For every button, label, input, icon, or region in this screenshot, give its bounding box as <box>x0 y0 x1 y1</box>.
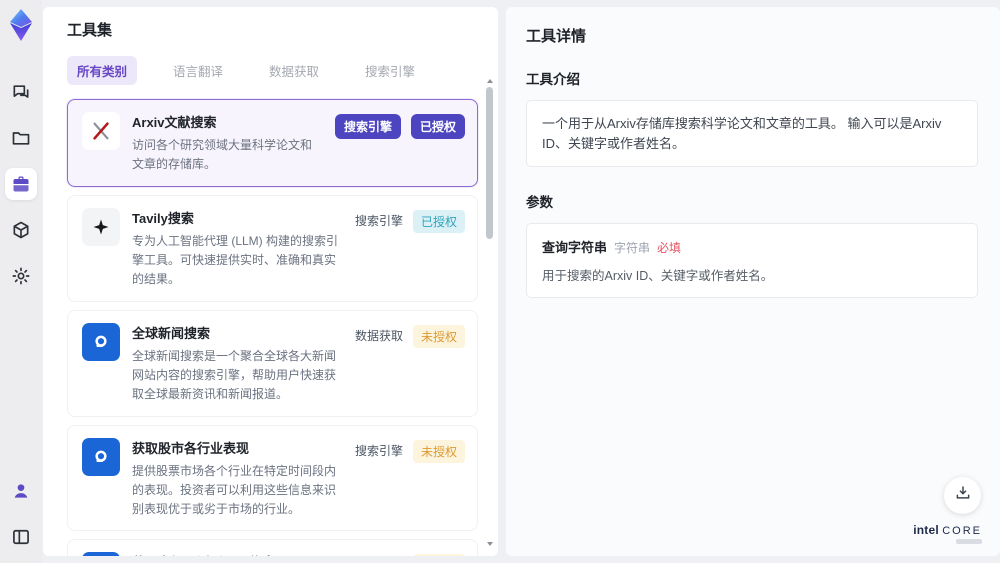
sidebar-item-chat[interactable] <box>5 76 37 108</box>
tool-card-active-stocks[interactable]: 获取市场最活跃股票信息 提供当天交易量最高的股票列表。投资者可以利用这些信息来识… <box>67 539 478 556</box>
tool-card-list: Arxiv文献搜索 访问各个研究领域大量科学论文和文章的存储库。 搜索引擎 已授… <box>43 97 498 556</box>
app-window: 工具集 所有类别 语言翻译 数据获取 搜索引擎 Arxiv文献搜索 访问各个研究… <box>0 0 1000 563</box>
news-search-icon <box>82 322 120 361</box>
param-required-badge: 必填 <box>657 241 682 255</box>
core-brand-text: core <box>942 525 982 537</box>
tool-status-badge: 已授权 <box>412 209 465 233</box>
sidebar-item-settings[interactable] <box>5 260 37 292</box>
app-logo-icon <box>6 8 36 42</box>
tab-language-translation[interactable]: 语言翻译 <box>163 56 233 85</box>
intro-heading: 工具介绍 <box>526 72 580 87</box>
tool-card-sector-performance[interactable]: 获取股市各行业表现 提供股票市场各个行业在特定时间段内的表现。投资者可以利用这些… <box>67 424 478 532</box>
param-description: 用于搜索的Arxiv ID、关键字或作者姓名。 <box>542 269 774 283</box>
sidebar-item-panel-toggle[interactable] <box>5 521 37 553</box>
chat-icon <box>11 82 31 102</box>
cube-icon <box>11 220 31 240</box>
tool-category-label: 搜索引擎 <box>355 554 403 556</box>
main-area: 工具集 所有类别 语言翻译 数据获取 搜索引擎 Arxiv文献搜索 访问各个研究… <box>42 0 1000 563</box>
scrollbar-thumb[interactable] <box>486 87 493 239</box>
sidebar-item-user[interactable] <box>5 475 37 507</box>
arxiv-icon <box>82 112 120 150</box>
toolbox-icon <box>11 174 31 194</box>
tool-status-badge: 未授权 <box>412 324 465 348</box>
tool-category-label: 搜索引擎 <box>354 213 403 228</box>
detail-title: 工具详情 <box>526 28 587 45</box>
panel-layout-icon <box>11 527 31 547</box>
tool-status-badge: 已授权 <box>410 114 465 139</box>
params-heading: 参数 <box>526 195 553 210</box>
tool-detail-panel: 工具详情 工具介绍 一个用于从Arxiv存储库搜索科学论文和文章的工具。 输入可… <box>506 7 1000 556</box>
tab-all-categories[interactable]: 所有类别 <box>67 56 138 85</box>
tool-name: 全球新闻搜索 <box>132 325 211 341</box>
tool-category-label: 数据获取 <box>354 328 403 343</box>
intel-logo-sub-bar <box>956 539 982 544</box>
user-icon <box>11 481 31 501</box>
tool-name: 获取市场最活跃股票信息 <box>132 552 343 556</box>
tab-search-engine[interactable]: 搜索引擎 <box>355 56 425 85</box>
sidebar-item-files[interactable] <box>5 122 37 154</box>
list-scrollbar[interactable] <box>486 79 493 546</box>
stock-search-icon <box>82 552 120 556</box>
sidebar-item-packages[interactable] <box>5 214 37 246</box>
tool-description: 提供股票市场各个行业在特定时间段内的表现。投资者可以利用这些信息来识别表现优于或… <box>132 463 337 516</box>
tool-list-panel: 工具集 所有类别 语言翻译 数据获取 搜索引擎 Arxiv文献搜索 访问各个研究… <box>43 7 498 556</box>
download-button[interactable] <box>944 477 981 514</box>
tool-card-arxiv[interactable]: Arxiv文献搜索 访问各个研究领域大量科学论文和文章的存储库。 搜索引擎 已授… <box>67 99 478 187</box>
tool-description: 访问各个研究领域大量科学论文和文章的存储库。 <box>132 138 313 171</box>
folder-icon <box>11 128 31 148</box>
sparkle-icon <box>82 207 120 246</box>
scroll-down-arrow[interactable] <box>487 542 493 546</box>
tool-status-badge: 未授权 <box>412 439 465 463</box>
app-rail <box>0 0 42 563</box>
intro-text: 一个用于从Arxiv存储库搜索科学论文和文章的工具。 输入可以是Arxiv ID… <box>542 116 942 151</box>
sidebar-item-tools[interactable] <box>5 168 37 200</box>
param-box: 查询字符串 字符串 必填 用于搜索的Arxiv ID、关键字或作者姓名。 <box>526 223 978 298</box>
intel-core-logo: intel core <box>913 523 982 544</box>
stock-search-icon <box>82 437 120 476</box>
scroll-up-arrow[interactable] <box>487 79 493 83</box>
intro-box: 一个用于从Arxiv存储库搜索科学论文和文章的工具。 输入可以是Arxiv ID… <box>526 100 978 167</box>
category-tabs: 所有类别 语言翻译 数据获取 搜索引擎 <box>43 40 498 97</box>
tool-category-label: 搜索引擎 <box>354 443 403 458</box>
tool-description: 专为人工智能代理 (LLM) 构建的搜索引擎工具。可快速提供实时、准确和真实的结… <box>132 233 339 286</box>
tab-data-fetch[interactable]: 数据获取 <box>259 56 329 85</box>
tool-status-badge: 未授权 <box>412 554 465 556</box>
tool-description: 全球新闻搜索是一个聚合全球各大新闻网站内容的搜索引擎，帮助用户快速获取全球最新资… <box>132 348 337 401</box>
tool-name: Arxiv文献搜索 <box>132 115 217 130</box>
param-name: 查询字符串 <box>542 240 608 255</box>
tool-name: Tavily搜索 <box>132 210 194 226</box>
page-title: 工具集 <box>67 22 113 39</box>
tool-category-badge: 搜索引擎 <box>334 114 401 139</box>
param-type: 字符串 <box>614 241 651 255</box>
gear-icon <box>11 266 31 286</box>
intel-brand-text: intel <box>913 523 939 537</box>
tool-card-global-news[interactable]: 全球新闻搜索 全球新闻搜索是一个聚合全球各大新闻网站内容的搜索引擎，帮助用户快速… <box>67 309 478 417</box>
tool-name: 获取股市各行业表现 <box>132 440 250 456</box>
download-icon <box>954 484 972 507</box>
tool-card-tavily[interactable]: Tavily搜索 专为人工智能代理 (LLM) 构建的搜索引擎工具。可快速提供实… <box>67 194 478 302</box>
